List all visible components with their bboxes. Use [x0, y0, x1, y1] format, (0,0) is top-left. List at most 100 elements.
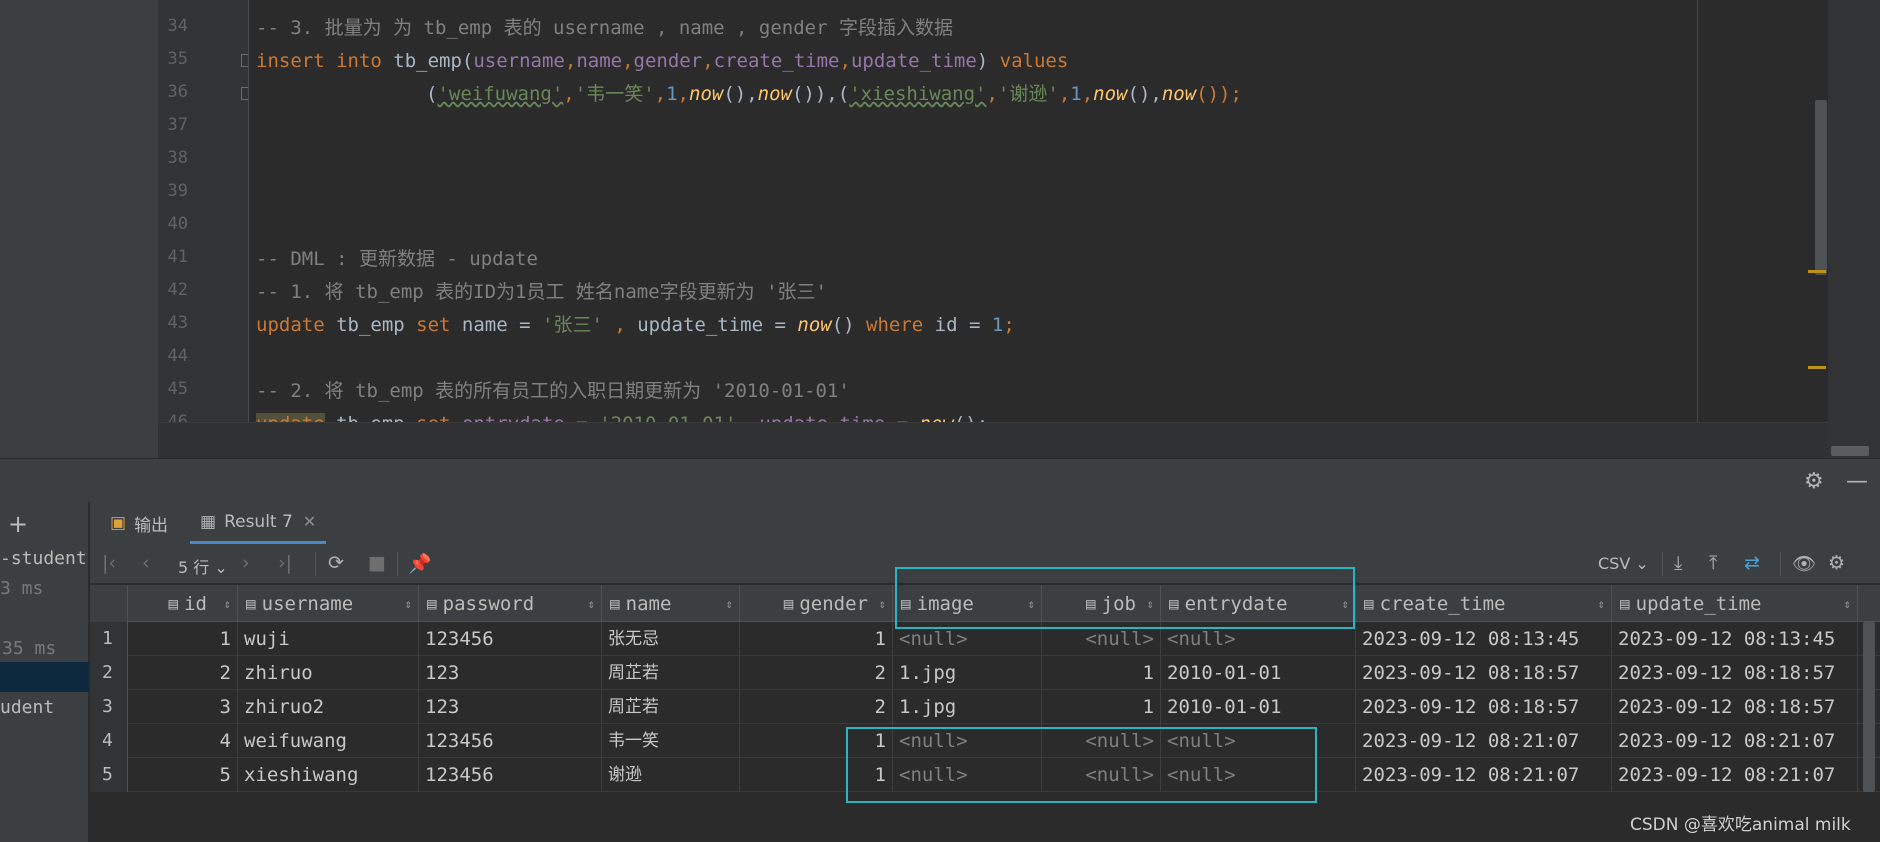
token: (), — [1127, 83, 1162, 105]
cell-create-time[interactable]: 2023-09-12 08:21:07 — [1356, 758, 1612, 792]
token: , — [1058, 83, 1071, 105]
column-header-name[interactable]: ▤ name ⇕ — [602, 585, 740, 622]
token: values — [999, 50, 1069, 72]
token: name = — [450, 314, 542, 336]
table-row[interactable]: 2 2 zhiruo 123 周芷若 2 1.jpg 1 2010-01-01 … — [90, 656, 1880, 690]
cell-username[interactable]: zhiruo2 — [238, 690, 419, 724]
column-header-password[interactable]: ▤ password ⇕ — [419, 585, 602, 622]
sort-icon[interactable]: ⇕ — [1844, 597, 1851, 611]
cell-password[interactable]: 123 — [419, 656, 602, 690]
rows-selector[interactable]: 5 行 ⌄ — [178, 554, 228, 578]
cell-id[interactable]: 4 — [128, 724, 238, 758]
cell-password[interactable]: 123456 — [419, 724, 602, 758]
sidebar-item[interactable]: -student — [0, 548, 87, 569]
export-download-icon[interactable]: ⤓ — [1674, 552, 1682, 574]
cell-create-time[interactable]: 2023-09-12 08:13:45 — [1356, 622, 1612, 656]
cell-username[interactable]: weifuwang — [238, 724, 419, 758]
column-header-id[interactable]: ▤ id ⇕ — [128, 585, 238, 622]
settings-gear-icon[interactable]: ⚙ — [1804, 469, 1824, 494]
cell-name[interactable]: 周芷若 — [602, 690, 740, 724]
sort-icon[interactable]: ⇕ — [1598, 597, 1605, 611]
pin-tab-icon[interactable]: 📌 — [408, 552, 432, 575]
cell-username[interactable]: zhiruo — [238, 656, 419, 690]
view-eye-icon[interactable]: 👁 — [1792, 552, 1816, 575]
token: now — [797, 314, 832, 336]
column-header-gender[interactable]: ▤ gender ⇕ — [740, 585, 893, 622]
minimize-icon[interactable]: — — [1846, 469, 1868, 494]
token: , — [563, 83, 575, 105]
cell-username[interactable]: wuji — [238, 622, 419, 656]
cell-update-time[interactable]: 2023-09-12 08:13:45 — [1612, 622, 1858, 656]
cell-password[interactable]: 123456 — [419, 758, 602, 792]
sidebar-item[interactable]: udent — [0, 697, 54, 718]
row-number: 2 — [90, 656, 128, 690]
sort-icon[interactable]: ⇕ — [405, 597, 412, 611]
settings-gear-icon[interactable]: ⚙ — [1828, 552, 1845, 574]
editor-scrollbar-thumb[interactable] — [1815, 100, 1827, 275]
cell-password[interactable]: 123456 — [419, 622, 602, 656]
cell-name[interactable]: 谢逊 — [602, 758, 740, 792]
cell-create-time[interactable]: 2023-09-12 08:18:57 — [1356, 656, 1612, 690]
export-format-dropdown[interactable]: CSV ⌄ — [1598, 554, 1649, 573]
cell-gender[interactable]: 2 — [740, 656, 893, 690]
cell-username[interactable]: xieshiwang — [238, 758, 419, 792]
cell-entrydate[interactable]: 2010-01-01 — [1161, 690, 1356, 724]
cell-job[interactable]: 1 — [1042, 656, 1161, 690]
cell-update-time[interactable]: 2023-09-12 08:21:07 — [1612, 758, 1858, 792]
code-line-41: -- DML : 更新数据 - update — [256, 248, 538, 270]
tab-output[interactable]: ▣ 输出 — [100, 502, 178, 544]
stop-icon[interactable]: ■ — [368, 552, 386, 574]
right-margin-guide — [1697, 0, 1698, 422]
cell-name[interactable]: 周芷若 — [602, 656, 740, 690]
cell-id[interactable]: 2 — [128, 656, 238, 690]
first-page-icon[interactable]: |‹ — [102, 552, 116, 574]
warning-marker[interactable] — [1808, 270, 1826, 273]
sidebar-selected-row[interactable] — [0, 662, 89, 692]
upload-icon[interactable]: ⤒ — [1709, 552, 1717, 574]
sql-editor[interactable]: -- 3. 批量为 为 tb_emp 表的 username , name , … — [249, 0, 1828, 422]
code-line-43: update tb_emp set name = '张三' , update_t… — [256, 313, 1015, 337]
next-page-icon[interactable]: › — [242, 552, 250, 574]
token: entrydate = — [450, 413, 599, 422]
compare-icon[interactable]: ⇄ — [1744, 552, 1760, 574]
tab-result-7[interactable]: ▦ Result 7 ✕ — [190, 502, 327, 544]
cell-update-time[interactable]: 2023-09-12 08:21:07 — [1612, 724, 1858, 758]
cell-id[interactable]: 5 — [128, 758, 238, 792]
column-header-create-time[interactable]: ▤ create_time ⇕ — [1356, 585, 1612, 622]
cell-password[interactable]: 123 — [419, 690, 602, 724]
token: id = — [923, 314, 992, 336]
table-row[interactable]: 3 3 zhiruo2 123 周芷若 2 1.jpg 1 2010-01-01… — [90, 690, 1880, 724]
cell-id[interactable]: 3 — [128, 690, 238, 724]
cell-name[interactable]: 张无忌 — [602, 622, 740, 656]
cell-image[interactable]: 1.jpg — [893, 656, 1042, 690]
cell-id[interactable]: 1 — [128, 622, 238, 656]
row-number: 1 — [90, 622, 128, 656]
cell-gender[interactable]: 1 — [740, 622, 893, 656]
add-icon[interactable]: + — [8, 510, 28, 538]
cell-update-time[interactable]: 2023-09-12 08:18:57 — [1612, 656, 1858, 690]
horizontal-scroll-thumb[interactable] — [1831, 446, 1869, 456]
cell-update-time[interactable]: 2023-09-12 08:18:57 — [1612, 690, 1858, 724]
sort-icon[interactable]: ⇕ — [879, 597, 886, 611]
cell-gender[interactable]: 2 — [740, 690, 893, 724]
cell-name[interactable]: 韦一笑 — [602, 724, 740, 758]
close-icon[interactable]: ✕ — [303, 512, 316, 531]
sort-icon[interactable]: ⇕ — [588, 597, 595, 611]
column-header-username[interactable]: ▤ username ⇕ — [238, 585, 419, 622]
grid-scrollbar-thumb[interactable] — [1863, 622, 1875, 792]
column-header-update-time[interactable]: ▤ update_time ⇕ — [1612, 585, 1858, 622]
cell-create-time[interactable]: 2023-09-12 08:18:57 — [1356, 690, 1612, 724]
warning-marker[interactable] — [1808, 366, 1826, 369]
editor-horizontal-scrollbar[interactable] — [158, 422, 1828, 458]
last-page-icon[interactable]: ›| — [278, 552, 292, 574]
refresh-icon[interactable]: ⟳ — [328, 552, 344, 574]
previous-page-icon[interactable]: ‹ — [142, 552, 150, 574]
code-line-45: -- 2. 将 tb_emp 表的所有员工的入职日期更新为 '2010-01-0… — [256, 380, 850, 402]
column-icon: ▤ — [610, 594, 620, 613]
sort-icon[interactable]: ⇕ — [224, 597, 231, 611]
cell-image[interactable]: 1.jpg — [893, 690, 1042, 724]
cell-entrydate[interactable]: 2010-01-01 — [1161, 656, 1356, 690]
cell-create-time[interactable]: 2023-09-12 08:21:07 — [1356, 724, 1612, 758]
cell-job[interactable]: 1 — [1042, 690, 1161, 724]
sort-icon[interactable]: ⇕ — [726, 597, 733, 611]
